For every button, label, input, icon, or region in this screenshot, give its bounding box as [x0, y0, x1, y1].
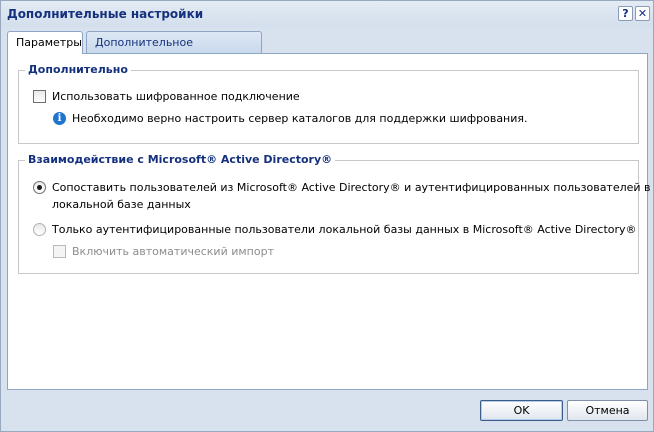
info-icon: i [53, 112, 66, 125]
info-text: Необходимо верно настроить сервер катало… [72, 112, 528, 125]
additional-group: Дополнительно Использовать шифрованное п… [18, 63, 639, 144]
radio-match-users-label-line2[interactable]: локальной базе данных [52, 197, 191, 212]
tab-additional-display[interactable]: Дополнительное отображение [86, 31, 262, 70]
tab-panel: Дополнительно Использовать шифрованное п… [7, 53, 651, 390]
help-button[interactable]: ? [618, 6, 633, 21]
radio-only-authenticated-label[interactable]: Только аутентифицированные пользователи … [52, 222, 637, 237]
cancel-button[interactable]: Отмена [567, 400, 648, 421]
additional-group-title: Дополнительно [25, 63, 131, 76]
radio-match-users-label-line1[interactable]: Сопоставить пользователей из Microsoft® … [52, 180, 651, 195]
ad-group-title: Взаимодействие с Microsoft® Active Direc… [25, 153, 336, 166]
ok-button[interactable]: OK [480, 400, 563, 421]
tab-parameters[interactable]: Параметры [7, 31, 83, 54]
radio-only-authenticated[interactable] [33, 223, 46, 236]
dialog-footer: OK Отмена [1, 390, 653, 431]
settings-dialog: Дополнительные настройки ? ✕ Параметры Д… [0, 0, 654, 432]
auto-import-label: Включить автоматический импорт [72, 245, 274, 258]
auto-import-checkbox[interactable] [53, 245, 66, 258]
encrypt-checkbox-label[interactable]: Использовать шифрованное подключение [52, 89, 300, 104]
encrypt-checkbox[interactable] [33, 90, 46, 103]
title-bar: Дополнительные настройки ? ✕ [1, 1, 653, 27]
dialog-title: Дополнительные настройки [7, 7, 204, 21]
radio-match-users[interactable] [33, 181, 46, 194]
close-button[interactable]: ✕ [635, 6, 650, 21]
ad-group: Взаимодействие с Microsoft® Active Direc… [18, 153, 651, 274]
